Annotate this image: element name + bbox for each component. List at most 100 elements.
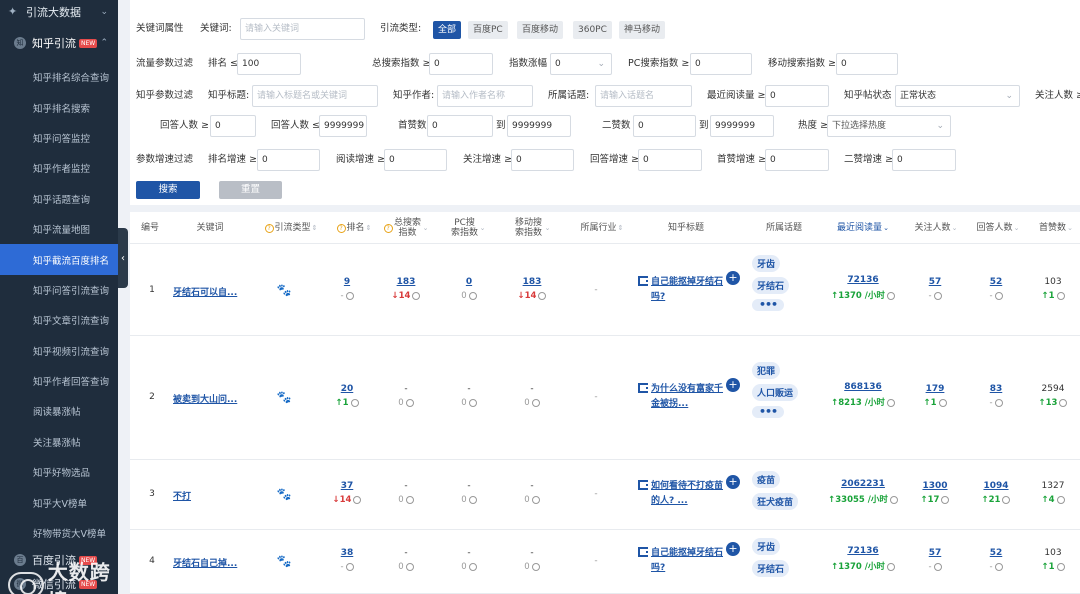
sidebar-item[interactable]: 知乎话题查询 bbox=[0, 184, 118, 214]
qrcode-icon[interactable] bbox=[638, 276, 648, 286]
sidebar-item[interactable]: 知乎问答引流查询 bbox=[0, 275, 118, 305]
rank-cell-value[interactable]: 38 bbox=[322, 548, 372, 558]
topic-tag[interactable]: 犯罪 bbox=[752, 362, 781, 379]
keyword-link[interactable]: 被卖到大山问... bbox=[173, 392, 253, 405]
rank-cell-value[interactable]: 37 bbox=[322, 481, 372, 491]
qrcode-icon[interactable] bbox=[638, 383, 648, 393]
follow-speed-input[interactable]: 0 bbox=[511, 149, 574, 171]
col-answers[interactable]: 回答人数 ⌄ bbox=[970, 212, 1026, 244]
answers-cell-value[interactable]: 52 bbox=[971, 277, 1021, 287]
sidebar-item[interactable]: 知乎排名综合查询 bbox=[0, 62, 118, 92]
index-rise-select[interactable]: 0 ⌄ bbox=[550, 53, 612, 75]
keyword-link[interactable]: 牙结石可以自... bbox=[173, 285, 253, 298]
rank-cell-value[interactable]: 20 bbox=[322, 384, 372, 394]
keyword-input[interactable]: 请输入关键词 bbox=[240, 18, 365, 40]
first-likes-to-input[interactable]: 9999999 bbox=[507, 115, 571, 137]
mobile-index-input[interactable]: 0 bbox=[836, 53, 898, 75]
topic-tag[interactable]: 牙结石 bbox=[752, 560, 790, 577]
sidebar-item[interactable]: 知乎排名搜索 bbox=[0, 92, 118, 122]
topic-tag[interactable]: 牙结石 bbox=[752, 277, 790, 294]
type-option-360pc[interactable]: 360PC bbox=[573, 21, 612, 39]
type-option-shenma[interactable]: 神马移动 bbox=[619, 21, 666, 39]
second-like-speed-input[interactable]: 0 bbox=[892, 149, 956, 171]
reads-value[interactable]: 72136 bbox=[822, 546, 904, 556]
topic-tag[interactable]: 牙齿 bbox=[752, 538, 781, 555]
col-likes[interactable]: 首赞数 ⌄ bbox=[1032, 212, 1080, 244]
add-icon[interactable]: + bbox=[726, 475, 740, 489]
pc-index-input[interactable]: 0 bbox=[690, 53, 752, 75]
follow-cell-value[interactable]: 57 bbox=[910, 277, 960, 287]
rank-speed-input[interactable]: 0 bbox=[257, 149, 320, 171]
sidebar-item[interactable]: 知乎好物选品 bbox=[0, 457, 118, 487]
reads-value[interactable]: 2062231 bbox=[822, 479, 904, 489]
reads-value[interactable]: 868136 bbox=[822, 382, 904, 392]
sidebar-item[interactable]: 知乎文章引流查询 bbox=[0, 305, 118, 335]
follow-cell-value[interactable]: 179 bbox=[910, 384, 960, 394]
total-index-cell-value[interactable]: 183 bbox=[381, 277, 431, 287]
search-button[interactable]: 搜索 bbox=[136, 181, 200, 199]
topic-tag[interactable]: 牙齿 bbox=[752, 255, 781, 272]
answers-cell-value[interactable]: 1094 bbox=[971, 481, 1021, 491]
sidebar-item[interactable]: 关注暴涨帖 bbox=[0, 427, 118, 457]
col-rank[interactable]: ? 排名 ⇕ bbox=[333, 212, 375, 244]
answer-speed-input[interactable]: 0 bbox=[638, 149, 702, 171]
answers-cell-value[interactable]: 52 bbox=[971, 548, 1021, 558]
col-type[interactable]: ? 引流类型 ⇕ bbox=[260, 212, 322, 244]
col-pc-index[interactable]: PC搜索指数 ⌄ bbox=[444, 212, 492, 244]
keyword-link[interactable]: 不打 bbox=[173, 489, 253, 502]
more-topics-button[interactable]: ••• bbox=[752, 406, 785, 418]
first-likes-from-input[interactable]: 0 bbox=[427, 115, 493, 137]
type-option-baidu-mobile[interactable]: 百度移动 bbox=[517, 21, 564, 39]
answers-cell-value[interactable]: 83 bbox=[971, 384, 1021, 394]
keyword-link[interactable]: 牙结石自己掉... bbox=[173, 556, 253, 569]
add-icon[interactable]: + bbox=[726, 271, 740, 285]
topic-input[interactable]: 请输入话题名 bbox=[595, 85, 692, 107]
heat-select[interactable]: 下拉选择热度 ⌄ bbox=[827, 115, 951, 137]
zhihu-title-link[interactable]: 为什么没有富家千金被拐... bbox=[651, 382, 723, 412]
zhihu-title-link[interactable]: 如何看待不打疫苗的人? ... bbox=[651, 479, 723, 509]
add-icon[interactable]: + bbox=[726, 542, 740, 556]
sidebar-collapse-button[interactable]: ‹ bbox=[118, 228, 128, 288]
topic-tag[interactable]: 疫苗 bbox=[752, 471, 781, 488]
sidebar-item[interactable]: 好物带货大V榜单 bbox=[0, 518, 118, 548]
sidebar-item[interactable]: 阅读暴涨帖 bbox=[0, 396, 118, 426]
read-speed-input[interactable]: 0 bbox=[384, 149, 447, 171]
total-index-input[interactable]: 0 bbox=[429, 53, 493, 75]
sidebar-top-item[interactable]: ✦ 引流大数据 ⌄ bbox=[0, 0, 118, 24]
rank-input[interactable]: 100 bbox=[237, 53, 301, 75]
sidebar-item[interactable]: 知乎问答监控 bbox=[0, 123, 118, 153]
reset-button[interactable]: 重置 bbox=[219, 181, 282, 199]
reads-value[interactable]: 72136 bbox=[822, 275, 904, 285]
col-reads[interactable]: 最近阅读量 ⌄ bbox=[830, 212, 896, 244]
col-follow[interactable]: 关注人数 ⌄ bbox=[908, 212, 964, 244]
status-select[interactable]: 正常状态 ⌄ bbox=[895, 85, 1020, 107]
add-icon[interactable]: + bbox=[726, 378, 740, 392]
zhihu-title-link[interactable]: 自己能抠掉牙结石吗? bbox=[651, 546, 723, 576]
sidebar-item[interactable]: 知乎截流百度排名 bbox=[0, 244, 118, 275]
zhihu-title-input[interactable]: 请输入标题名或关键词 bbox=[252, 85, 378, 107]
qrcode-icon[interactable] bbox=[638, 547, 648, 557]
answers-max-input[interactable]: 9999999 bbox=[319, 115, 367, 137]
sidebar-item[interactable]: 知乎视频引流查询 bbox=[0, 336, 118, 366]
more-topics-button[interactable]: ••• bbox=[752, 299, 785, 311]
type-option-all[interactable]: 全部 bbox=[433, 21, 462, 39]
zhihu-title-link[interactable]: 自己能抠掉牙结石吗? bbox=[651, 275, 723, 305]
second-likes-from-input[interactable]: 0 bbox=[633, 115, 696, 137]
sidebar-group-zhihu[interactable]: 知 知乎引流 NEW ⌃ bbox=[0, 24, 118, 62]
topic-tag[interactable]: 狂犬疫苗 bbox=[752, 493, 799, 510]
topic-tag[interactable]: 人口贩运 bbox=[752, 384, 799, 401]
col-industry[interactable]: 所属行业 ⇕ bbox=[574, 212, 630, 244]
zhihu-author-input[interactable]: 请输入作者名称 bbox=[437, 85, 533, 107]
qrcode-icon[interactable] bbox=[638, 480, 648, 490]
first-like-speed-input[interactable]: 0 bbox=[765, 149, 829, 171]
answers-min-input[interactable]: 0 bbox=[210, 115, 256, 137]
follow-cell-value[interactable]: 1300 bbox=[910, 481, 960, 491]
mobile-index-cell-value[interactable]: 183 bbox=[507, 277, 557, 287]
second-likes-to-input[interactable]: 9999999 bbox=[710, 115, 774, 137]
sidebar-item[interactable]: 知乎作者监控 bbox=[0, 153, 118, 183]
sidebar-item[interactable]: 知乎流量地图 bbox=[0, 214, 118, 244]
sidebar-item[interactable]: 知乎大V榜单 bbox=[0, 487, 118, 517]
sidebar-item[interactable]: 知乎作者回答查询 bbox=[0, 366, 118, 396]
reads-input[interactable]: 0 bbox=[765, 85, 829, 107]
col-mobile-index[interactable]: 移动搜索指数 ⌄ bbox=[507, 212, 557, 244]
